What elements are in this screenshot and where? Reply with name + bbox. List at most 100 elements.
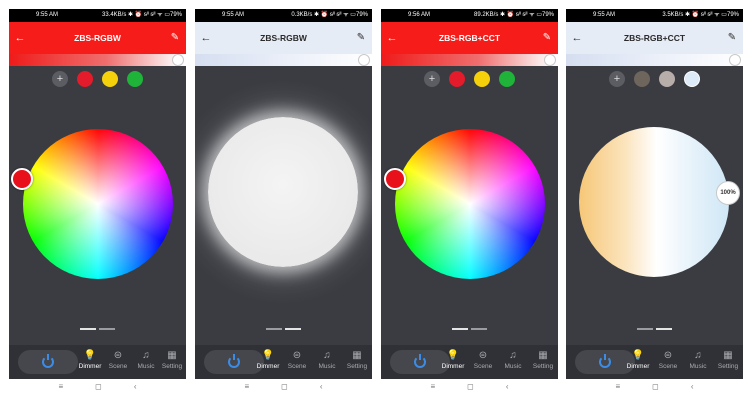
edit-pencil-icon[interactable]: ✎ (354, 30, 368, 46)
tab-scene[interactable]: ⊜ Scene (284, 349, 310, 370)
swatch-red[interactable] (449, 71, 465, 87)
screen-rgbw-white: 9:55 AM 0.3KB/s ✱ ⏰ ᵴᴵᴵ ᵴᴵᴵ ᯤ ▭79% ← ZBS… (195, 9, 372, 379)
menu-icon[interactable]: ≡ (616, 382, 621, 392)
tab-music[interactable]: ♫ Music (133, 349, 159, 370)
menu-icon[interactable]: ≡ (245, 382, 250, 392)
swatch-dark-taupe[interactable] (634, 71, 650, 87)
tab-label: Music (318, 363, 336, 370)
brightness-slider[interactable] (9, 54, 186, 66)
tab-label: Dimmer (78, 363, 102, 370)
tab-dimmer[interactable]: 💡 Dimmer (77, 349, 103, 370)
tab-setting[interactable]: ▦ Setting (159, 349, 185, 370)
status-info: 89.2KB/s ✱ ⏰ ᵴᴵᴵ ᵴᴵᴵ ᯤ ▭79% (473, 12, 554, 18)
system-nav-bar: ≡ ◻ ‹ (9, 382, 186, 392)
app-header: ← ZBS-RGBW ✎ (195, 22, 372, 54)
back-arrow-icon[interactable]: ← (199, 30, 213, 46)
add-color-icon[interactable]: + (52, 71, 68, 87)
home-icon[interactable]: ◻ (467, 382, 474, 392)
bulb-icon: 💡 (261, 350, 275, 361)
bottom-tab-bar: 💡 Dimmer ⊜ Scene ♫ Music ▦ Setting (566, 345, 743, 379)
power-button[interactable] (18, 350, 78, 374)
brightness-percent-badge[interactable]: 100% (716, 181, 740, 205)
color-wheel-handle[interactable] (11, 168, 33, 190)
home-icon[interactable]: ◻ (95, 382, 102, 392)
cct-wheel[interactable] (579, 127, 729, 277)
back-icon[interactable]: ‹ (506, 382, 509, 392)
status-bar: 9:56 AM 89.2KB/s ✱ ⏰ ᵴᴵᴵ ᵴᴵᴵ ᯤ ▭79% (381, 9, 558, 22)
home-icon[interactable]: ◻ (652, 382, 659, 392)
page-indicator (566, 328, 743, 330)
tab-music[interactable]: ♫ Music (314, 349, 340, 370)
page-dot (656, 328, 672, 330)
slider-thumb[interactable] (544, 54, 556, 66)
status-time: 9:55 AM (222, 12, 245, 18)
tab-label: Setting (346, 363, 368, 370)
add-color-icon[interactable]: + (609, 71, 625, 87)
tab-music[interactable]: ♫ Music (500, 349, 526, 370)
edit-pencil-icon[interactable]: ✎ (540, 30, 554, 46)
home-icon[interactable]: ◻ (281, 382, 288, 392)
edit-pencil-icon[interactable]: ✎ (168, 30, 182, 46)
bulb-icon: 💡 (83, 350, 97, 361)
music-icon: ♫ (142, 350, 150, 361)
swatch-cool-white[interactable] (684, 71, 700, 87)
tab-label: Scene (108, 363, 128, 370)
menu-icon[interactable]: ≡ (431, 382, 436, 392)
status-time: 9:56 AM (408, 12, 431, 18)
brightness-slider[interactable] (381, 54, 558, 66)
power-icon (42, 354, 54, 368)
brightness-slider[interactable] (195, 54, 372, 66)
brightness-slider[interactable] (566, 54, 743, 66)
color-wheel-handle[interactable] (384, 168, 406, 190)
swatch-red[interactable] (77, 71, 93, 87)
swatch-green[interactable] (127, 71, 143, 87)
tab-label: Setting (532, 363, 554, 370)
status-time: 9:55 AM (36, 12, 59, 18)
screen-rgbcct-white: 9:55 AM 3.5KB/s ✱ ⏰ ᵴᴵᴵ ᵴᴵᴵ ᯤ ▭79% ← ZBS… (566, 9, 743, 379)
tab-scene[interactable]: ⊜ Scene (105, 349, 131, 370)
back-icon[interactable]: ‹ (691, 382, 694, 392)
device-title: ZBS-RGB+CCT (623, 33, 686, 43)
bottom-tab-bar: 💡 Dimmer ⊜ Scene ♫ Music ▦ Setting (195, 345, 372, 379)
white-light-ball[interactable] (208, 117, 358, 267)
swatch-yellow[interactable] (474, 71, 490, 87)
tab-setting[interactable]: ▦ Setting (344, 349, 370, 370)
slider-thumb[interactable] (729, 54, 741, 66)
color-wheel[interactable] (395, 129, 545, 279)
grid-icon: ▦ (167, 350, 177, 361)
bottom-tab-bar: 💡 Dimmer ⊜ Scene ♫ Music ▦ Setting (381, 345, 558, 379)
tab-label: Dimmer (441, 363, 465, 370)
device-title: ZBS-RGB+CCT (438, 33, 501, 43)
swatch-green[interactable] (499, 71, 515, 87)
tab-label: Scene (473, 363, 493, 370)
scene-icon: ⊜ (478, 350, 488, 361)
slider-thumb[interactable] (358, 54, 370, 66)
edit-pencil-icon[interactable]: ✎ (725, 30, 739, 46)
tab-setting[interactable]: ▦ Setting (715, 349, 741, 370)
tab-scene[interactable]: ⊜ Scene (470, 349, 496, 370)
status-bar: 9:55 AM 33.4KB/s ✱ ⏰ ᵴᴵᴵ ᵴᴵᴵ ᯤ ▭79% (9, 9, 186, 22)
tab-scene[interactable]: ⊜ Scene (655, 349, 681, 370)
screen-rgbw-color: 9:55 AM 33.4KB/s ✱ ⏰ ᵴᴵᴵ ᵴᴵᴵ ᯤ ▭79% ← ZB… (9, 9, 186, 379)
tab-dimmer[interactable]: 💡 Dimmer (440, 349, 466, 370)
tab-dimmer[interactable]: 💡 Dimmer (625, 349, 651, 370)
system-nav-bar: ≡ ◻ ‹ (381, 382, 558, 392)
tab-label: Scene (658, 363, 678, 370)
back-icon[interactable]: ‹ (320, 382, 323, 392)
screen-rgbcct-color: 9:56 AM 89.2KB/s ✱ ⏰ ᵴᴵᴵ ᵴᴵᴵ ᯤ ▭79% ← ZB… (381, 9, 558, 379)
back-icon[interactable]: ‹ (134, 382, 137, 392)
swatch-yellow[interactable] (102, 71, 118, 87)
page-dot (637, 328, 653, 330)
color-wheel[interactable] (23, 129, 173, 279)
swatch-warm-grey[interactable] (659, 71, 675, 87)
menu-icon[interactable]: ≡ (59, 382, 64, 392)
tab-dimmer[interactable]: 💡 Dimmer (255, 349, 281, 370)
tab-label: Music (504, 363, 522, 370)
tab-music[interactable]: ♫ Music (685, 349, 711, 370)
add-color-icon[interactable]: + (424, 71, 440, 87)
back-arrow-icon[interactable]: ← (385, 30, 399, 46)
back-arrow-icon[interactable]: ← (13, 30, 27, 46)
slider-thumb[interactable] (172, 54, 184, 66)
back-arrow-icon[interactable]: ← (570, 30, 584, 46)
tab-setting[interactable]: ▦ Setting (530, 349, 556, 370)
